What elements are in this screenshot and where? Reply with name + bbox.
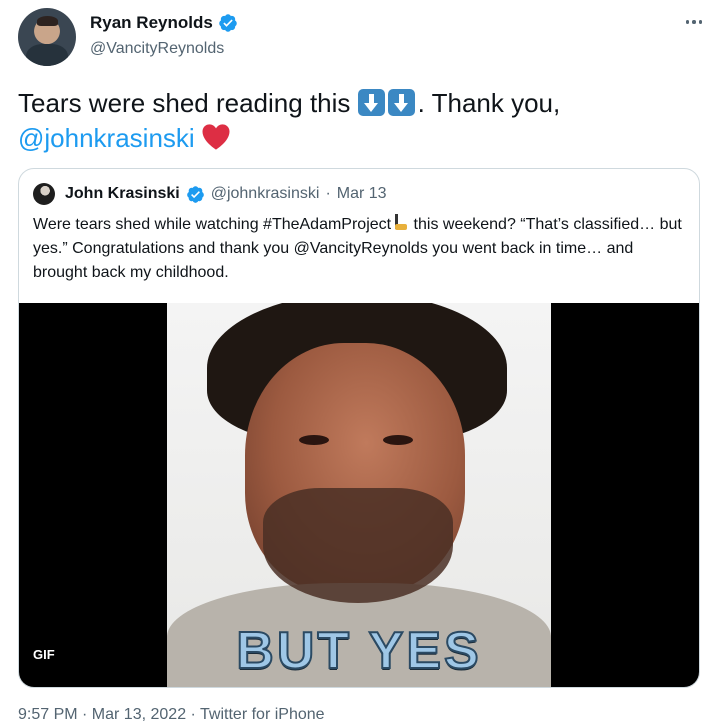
tweet-footer: 9:57 PM · Mar 13, 2022 · Twitter for iPh… <box>18 706 325 724</box>
gif-eye <box>383 435 413 445</box>
quoted-author-avatar[interactable] <box>33 183 55 205</box>
more-dot-icon <box>685 20 690 24</box>
down-arrow-emoji-icon <box>357 89 385 116</box>
author-name-row[interactable]: Ryan Reynolds <box>90 13 238 33</box>
tweet-timestamp[interactable]: 9:57 PM · Mar 13, 2022 <box>18 706 186 723</box>
quoted-text-part1: Were tears shed while watching #TheAdamP… <box>33 216 392 233</box>
verified-badge-icon <box>186 185 204 203</box>
mention-link[interactable]: @johnkrasinski <box>18 123 195 153</box>
gif-badge: GIF <box>33 647 55 662</box>
tweet-source[interactable]: Twitter for iPhone <box>200 706 325 723</box>
tweet-text-end: . Thank you, <box>417 88 561 118</box>
gif-eye <box>299 435 329 445</box>
hashflag-icon <box>393 214 408 231</box>
gif-caption: BUT YES <box>235 621 482 681</box>
avatar-shirt <box>26 44 68 66</box>
gif-media[interactable]: BUT YES GIF <box>19 303 699 687</box>
meta-separator: · <box>325 185 331 202</box>
author-handle[interactable]: @VancityReynolds <box>90 40 224 58</box>
author-avatar[interactable] <box>18 8 76 66</box>
tweet-text-start: Tears were shed reading this <box>18 88 358 118</box>
quoted-tweet[interactable]: John Krasinski @johnkrasinski · Mar 13 W… <box>18 168 700 688</box>
more-options-button[interactable] <box>680 12 708 32</box>
quoted-date[interactable]: Mar 13 <box>337 185 387 203</box>
down-arrow-emoji-icon <box>387 89 415 116</box>
tweet-header: Ryan Reynolds @VancityReynolds <box>18 8 708 68</box>
author-display-name[interactable]: Ryan Reynolds <box>90 13 213 33</box>
quoted-author-name[interactable]: John Krasinski <box>65 185 180 203</box>
more-dot-icon <box>698 20 703 24</box>
quoted-author-handle[interactable]: @johnkrasinski <box>211 185 320 203</box>
gif-frame: BUT YES <box>167 303 551 687</box>
quoted-tweet-header: John Krasinski @johnkrasinski · Mar 13 <box>33 183 387 205</box>
verified-badge-icon <box>219 14 237 32</box>
quoted-tweet-text: Were tears shed while watching #TheAdamP… <box>33 213 683 285</box>
footer-separator: · <box>186 706 201 723</box>
more-dot-icon <box>692 20 696 24</box>
tweet-text: Tears were shed reading this . Thank you… <box>18 86 708 156</box>
gif-beard <box>263 488 453 603</box>
avatar-hair <box>37 16 58 26</box>
red-heart-emoji-icon <box>202 124 230 150</box>
